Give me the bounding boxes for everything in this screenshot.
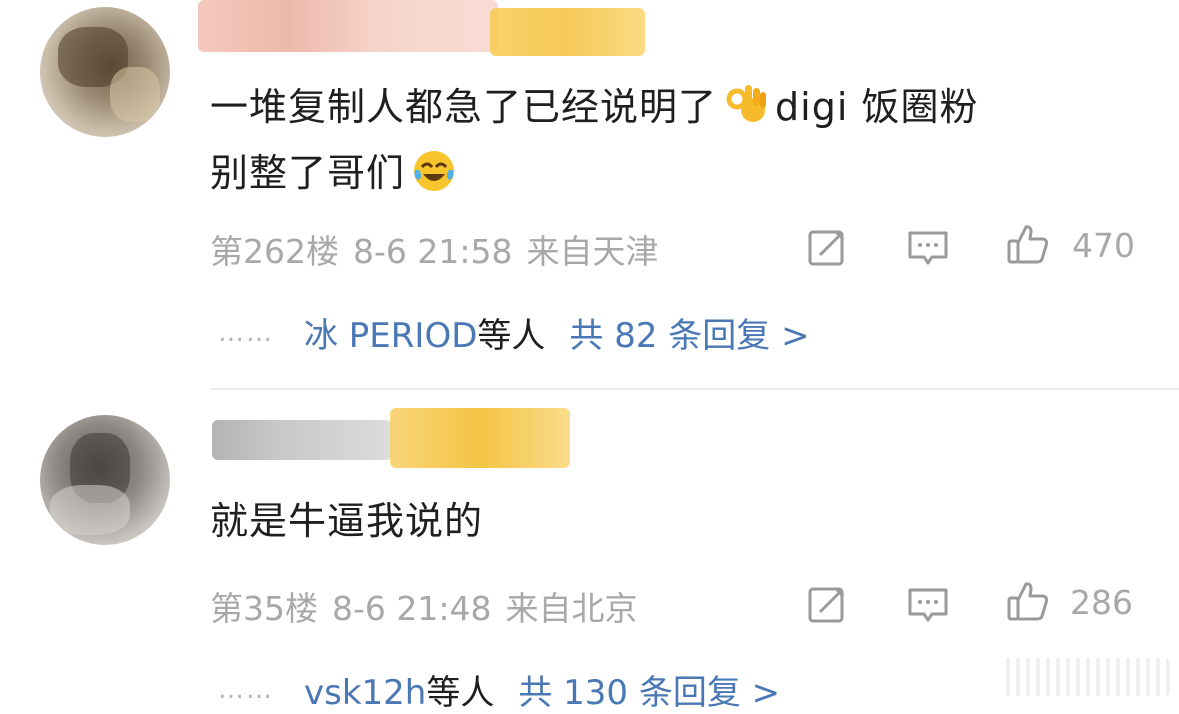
comment-text-line1: 就是牛逼我说的 xyxy=(210,499,484,543)
reply-names-link[interactable]: vsk12h xyxy=(304,673,426,713)
avatar-blur xyxy=(110,67,160,122)
reply-names-suffix: 等人 xyxy=(477,316,546,356)
comment-time: 8-6 21:58 xyxy=(353,232,513,271)
username-redacted-highlight xyxy=(390,408,570,468)
like-icon[interactable] xyxy=(1006,579,1050,623)
floor-number: 第35楼 xyxy=(210,589,318,628)
comment-text: 就是牛逼我说的 xyxy=(210,488,1150,554)
username-redacted[interactable] xyxy=(198,0,498,52)
comment-location: 来自天津 xyxy=(526,232,659,271)
edit-icon[interactable] xyxy=(806,582,850,626)
like-count: 470 xyxy=(1072,226,1135,265)
replies-row[interactable]: …… vsk12h等人共 130 条回复 > xyxy=(218,665,780,714)
reply-icon[interactable] xyxy=(906,582,950,626)
avatar[interactable] xyxy=(40,7,170,137)
avatar[interactable] xyxy=(40,415,170,545)
replies-ellipsis: …… xyxy=(218,318,274,348)
comment-meta: 第262楼 8-6 21:58 来自天津 xyxy=(210,225,673,273)
comment-text: 一堆复制人都急了已经说明了 digi 饭圈粉 别整了哥们 xyxy=(210,74,1150,206)
edit-icon[interactable] xyxy=(806,225,850,269)
username-redacted-highlight xyxy=(490,8,645,56)
comment-text-line1: 一堆复制人都急了已经说明了 xyxy=(210,85,718,129)
comment-text-line1-after: digi 饭圈粉 xyxy=(775,85,979,129)
replies-ellipsis: …… xyxy=(218,675,274,705)
comment-item: 一堆复制人都急了已经说明了 digi 饭圈粉 别整了哥们 第262楼 8-6 21… xyxy=(0,0,1179,390)
reply-names-link[interactable]: 冰 PERIOD xyxy=(304,316,477,356)
crying-laughing-emoji xyxy=(414,151,455,191)
like-icon[interactable] xyxy=(1006,222,1050,266)
view-replies-link[interactable]: 共 130 条回复 > xyxy=(518,673,780,713)
floor-number: 第262楼 xyxy=(210,232,339,271)
comment-time: 8-6 21:48 xyxy=(332,589,492,628)
replies-row[interactable]: …… 冰 PERIOD等人共 82 条回复 > xyxy=(218,308,810,357)
like-count: 286 xyxy=(1070,583,1133,622)
ok-hand-emoji xyxy=(726,85,767,122)
comment-location: 来自北京 xyxy=(505,589,638,628)
watermark xyxy=(1000,658,1170,696)
username-redacted[interactable] xyxy=(212,420,392,460)
avatar-blur xyxy=(50,485,130,535)
view-replies-link[interactable]: 共 82 条回复 > xyxy=(569,316,809,356)
comment-text-line2: 别整了哥们 xyxy=(210,151,406,195)
reply-names-suffix: 等人 xyxy=(426,673,495,713)
reply-icon[interactable] xyxy=(906,225,950,269)
comment-meta: 第35楼 8-6 21:48 来自北京 xyxy=(210,582,652,630)
